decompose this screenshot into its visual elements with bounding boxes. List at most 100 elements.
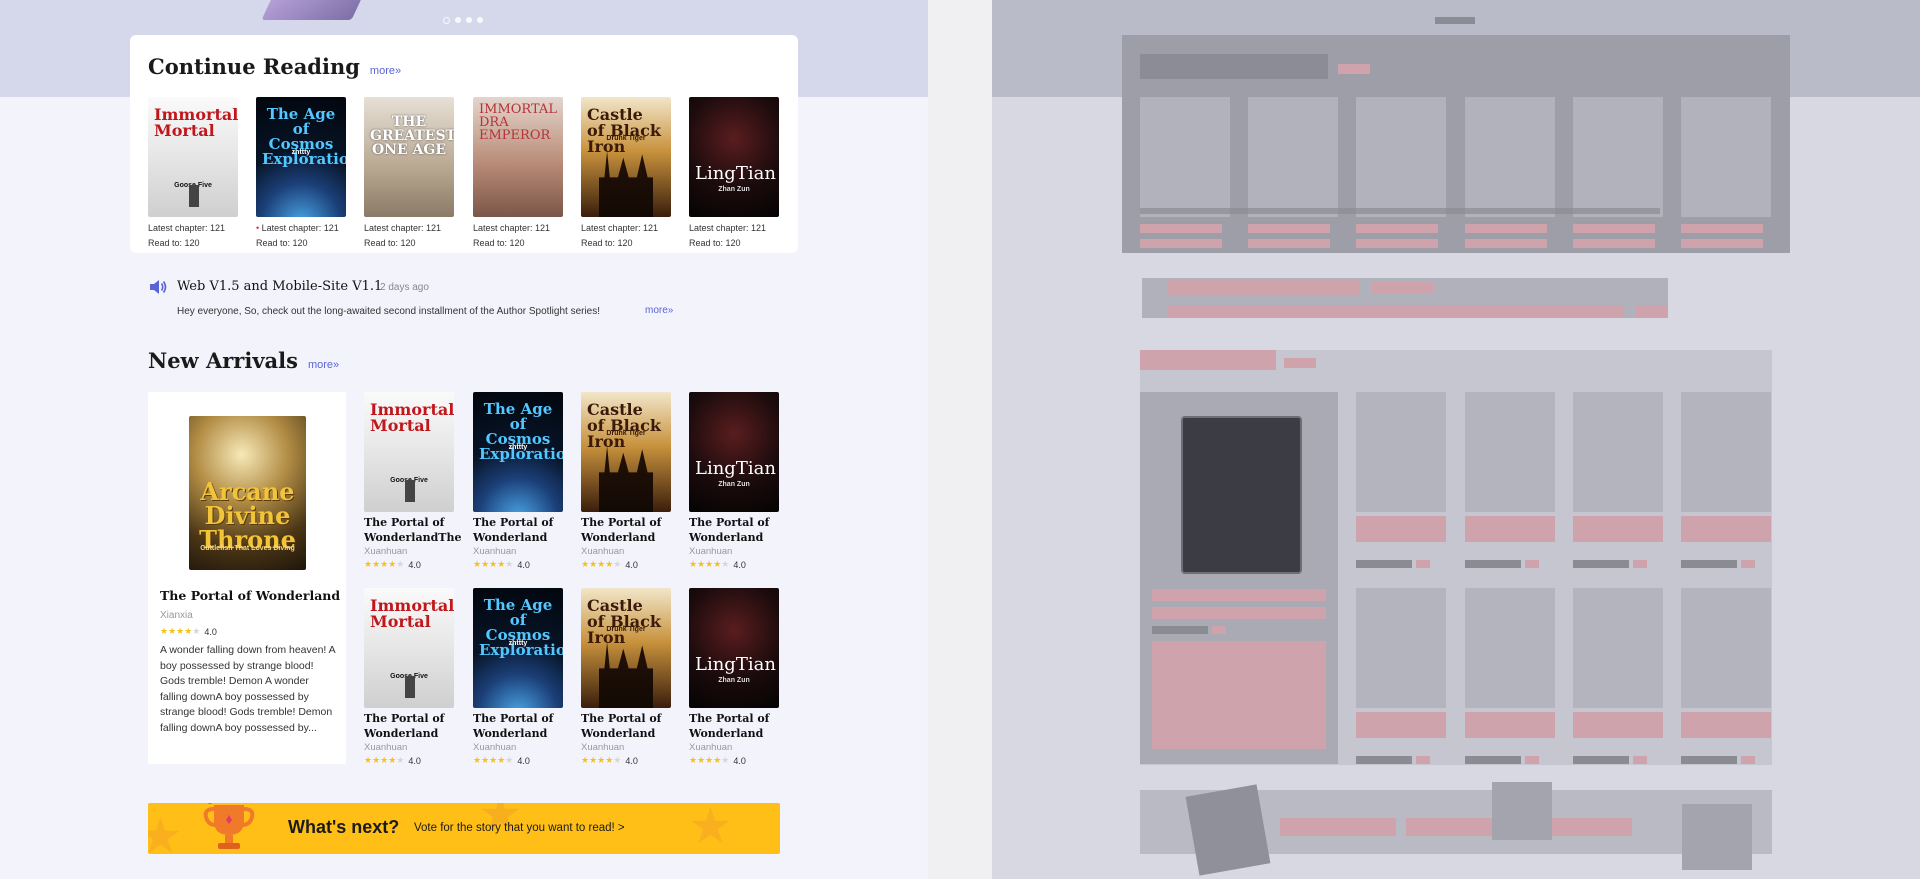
book-cover[interactable]: THE GREATEST ONE AGE	[364, 97, 454, 217]
book-cover[interactable]: The Age of Cosmos Explorationzhttty	[256, 97, 346, 217]
cover-title: Immortal Mortal	[370, 400, 454, 435]
book-progress: Latest chapter: 121 Read to: 120	[148, 221, 225, 251]
cover-title: LingTian	[695, 654, 776, 675]
star-empty: ★	[396, 559, 405, 569]
star-rating: ★★★★★	[473, 559, 514, 569]
figure-art	[188, 185, 199, 207]
latest-chapter: Latest chapter: 121	[148, 221, 225, 236]
book-genre: Xianxia	[160, 610, 193, 621]
book-cover[interactable]: IMMORTAL DRA EMPEROR	[473, 97, 563, 217]
star-empty: ★	[396, 755, 405, 765]
skeleton-bar	[1465, 224, 1547, 233]
book-cover[interactable]: LingTian Zhan Zun	[689, 392, 779, 512]
star-empty: ★	[613, 755, 622, 765]
rating-value: 4.0	[625, 559, 638, 570]
rating: ★★★★★ 4.0	[473, 559, 530, 570]
skeleton-more	[1338, 64, 1370, 74]
star-rating: ★★★★★	[473, 755, 514, 765]
book-title[interactable]: The Portal of Wonderland	[364, 712, 454, 741]
book-cover[interactable]: LingTian Zhan Zun	[689, 97, 779, 217]
skeleton-cover	[1356, 392, 1446, 512]
rating-value: 4.0	[204, 626, 217, 637]
book-title[interactable]: The Portal of Wonderland	[581, 712, 671, 741]
skeleton-bar	[1140, 208, 1660, 214]
skeleton-cover	[1573, 588, 1663, 708]
skeleton-bar	[1525, 560, 1539, 568]
skeleton-bar	[1465, 516, 1555, 542]
skeleton-bar	[1465, 239, 1547, 248]
skeleton-bar	[1681, 560, 1737, 568]
skeleton-bar	[1681, 756, 1737, 764]
book-title[interactable]: The Portal of Wonderland	[473, 516, 563, 545]
book-genre: Xuanhuan	[689, 546, 733, 557]
rating: ★★★★★ 4.0	[364, 559, 421, 570]
book-cover[interactable]: LingTian Zhan Zun	[689, 588, 779, 708]
banner-vote-link[interactable]: Vote for the story that you want to read…	[414, 822, 625, 834]
book-cover[interactable]: The Age of Cosmos Explorationzhttty	[473, 392, 563, 512]
rating-value: 4.0	[733, 755, 746, 766]
skeleton-bar	[1372, 282, 1434, 294]
skeleton-bar	[1356, 239, 1438, 248]
continue-reading-header: Continue Reading more»	[148, 54, 401, 79]
book-title[interactable]: The Portal of Wonderland	[689, 516, 779, 545]
book-genre: Xuanhuan	[364, 546, 408, 557]
book-genre: Xuanhuan	[473, 546, 517, 557]
rating: ★★★★★ 4.0	[581, 559, 638, 570]
skeleton-block	[1492, 782, 1552, 840]
cover-author: Cuttlefish That Loves Diving	[200, 545, 295, 552]
book-cover[interactable]: Castle of Black Iron Drunk Tiger	[581, 97, 671, 217]
latest-chapter: • Latest chapter: 121	[256, 221, 339, 236]
carousel-dot[interactable]	[443, 17, 450, 24]
carousel-dot[interactable]	[466, 17, 472, 23]
book-cover[interactable]: Castle of Black Iron Drunk Tiger	[581, 392, 671, 512]
star-empty: ★	[721, 559, 730, 569]
featured-book-card[interactable]: Arcane Divine Throne Cuttlefish That Lov…	[148, 392, 346, 764]
book-cover[interactable]: Immortal Mortal Goose Five	[364, 392, 454, 512]
book-cover[interactable]: Immortal Mortal Goose Five	[364, 588, 454, 708]
book-title[interactable]: The Portal of WonderlandThe	[364, 516, 461, 545]
skeleton-bar	[1416, 756, 1430, 764]
read-to: Read to: 120	[364, 238, 416, 248]
skeleton-bar	[1525, 756, 1539, 764]
skeleton-bar	[1280, 818, 1396, 836]
cover-author: Zhan Zun	[718, 677, 750, 684]
book-cover[interactable]: Arcane Divine Throne Cuttlefish That Lov…	[189, 416, 306, 570]
carousel-dot[interactable]	[477, 17, 483, 23]
skeleton-cover	[1248, 97, 1338, 217]
announcement-more-link[interactable]: more»	[645, 305, 673, 316]
book-title[interactable]: The Portal of Wonderland	[160, 588, 340, 603]
book-cover[interactable]: Castle of Black Iron Drunk Tiger	[581, 588, 671, 708]
skeleton-trophy	[1185, 784, 1271, 876]
book-title[interactable]: The Portal of Wonderland	[473, 712, 563, 741]
skeleton-bar	[1140, 224, 1222, 233]
skeleton-bar	[1633, 756, 1647, 764]
read-to: Read to: 120	[473, 238, 525, 248]
new-arrivals-more-link[interactable]: more»	[308, 359, 339, 371]
whats-next-banner[interactable]: ★ ★ ★ What's next? Vote for the story th…	[148, 803, 780, 854]
book-cover[interactable]: The Age of Cosmos Explorationzhttty	[473, 588, 563, 708]
book-title[interactable]: The Portal of Wonderland	[581, 516, 671, 545]
book-description: A wonder falling down from heaven! A boy…	[160, 644, 336, 734]
carousel-dots[interactable]	[443, 17, 483, 24]
cover-title: The Age of Cosmos Exploration	[262, 105, 346, 168]
skeleton-bar	[1465, 560, 1521, 568]
continue-reading-more-link[interactable]: more»	[370, 65, 401, 77]
figure-art	[404, 480, 415, 502]
cover-title: Arcane Divine Throne	[199, 477, 296, 554]
cover-author: Drunk Tiger	[606, 430, 646, 437]
banner-title: What's next?	[288, 817, 400, 837]
star-rating: ★★★★★	[581, 755, 622, 765]
book-genre: Xuanhuan	[581, 546, 625, 557]
skeleton-title	[1140, 350, 1276, 370]
rating-value: 4.0	[733, 559, 746, 570]
rating: ★★★★★ 4.0	[689, 755, 746, 766]
rating: ★★★★★ 4.0	[473, 755, 530, 766]
carousel-dot[interactable]	[455, 17, 461, 23]
latest-chapter: Latest chapter: 121	[581, 221, 658, 236]
book-title[interactable]: The Portal of Wonderland	[689, 712, 779, 741]
announcement-title[interactable]: Web V1.5 and Mobile-Site V1.1	[177, 279, 382, 294]
skeleton-bar	[1248, 224, 1330, 233]
cover-title: Immortal Mortal	[154, 105, 238, 140]
latest-chapter: Latest chapter: 121	[689, 221, 766, 236]
book-cover[interactable]: Immortal Mortal Goose Five	[148, 97, 238, 217]
